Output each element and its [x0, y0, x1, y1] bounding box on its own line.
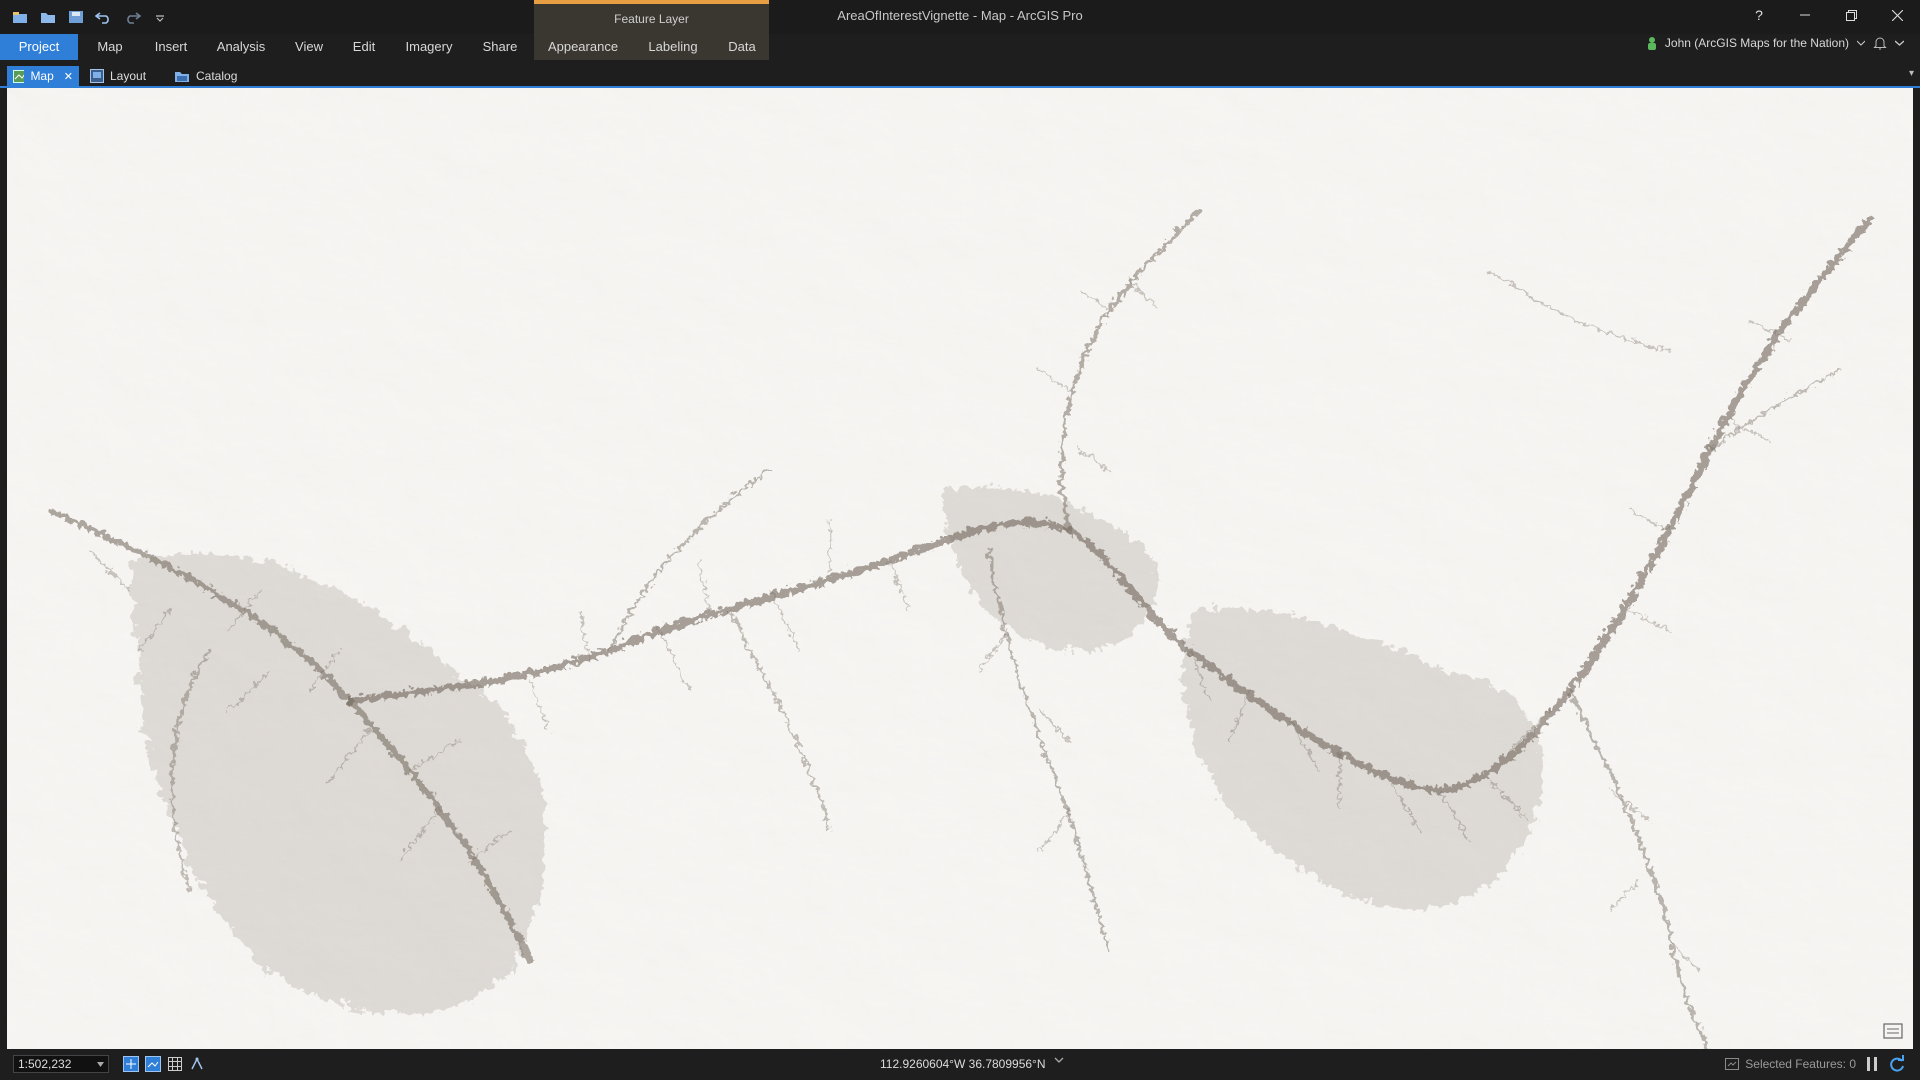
new-project-icon[interactable] — [10, 7, 30, 27]
close-button[interactable] — [1874, 0, 1920, 30]
selection-icon — [1725, 1058, 1740, 1070]
document-tab-bar: Map ✕ Layout Catalog — [0, 66, 1920, 88]
map-view[interactable] — [7, 88, 1913, 1049]
open-project-icon[interactable] — [38, 7, 58, 27]
close-tab-icon[interactable]: ✕ — [64, 70, 73, 83]
refresh-icon — [1890, 1055, 1904, 1072]
status-bar: 1:502,232 112.9260604°W 36.7809956°N Sel… — [0, 1049, 1920, 1080]
tab-appearance[interactable]: Appearance — [540, 34, 626, 60]
tab-data[interactable]: Data — [718, 34, 766, 60]
close-icon — [1891, 9, 1903, 21]
pause-drawing-button[interactable] — [1866, 1056, 1878, 1075]
doc-tab-label: Map — [30, 69, 54, 83]
doc-tab-map[interactable]: Map ✕ — [7, 66, 79, 86]
redo-icon[interactable] — [122, 7, 142, 27]
tab-labeling[interactable]: Labeling — [640, 34, 706, 60]
doc-tab-label: Catalog — [196, 69, 238, 83]
map-extent-icon[interactable] — [144, 1055, 162, 1073]
snapping-icon[interactable] — [188, 1055, 206, 1073]
tab-analysis[interactable]: Analysis — [208, 34, 274, 60]
tab-view[interactable]: View — [284, 34, 334, 60]
help-button[interactable]: ? — [1736, 0, 1782, 30]
coordinate-value: 112.9260604°W 36.7809956°N — [880, 1057, 1046, 1071]
ribbon-tab-bar: Project Map Insert Analysis View Edit Im… — [0, 34, 1920, 60]
window-controls: ? — [1736, 0, 1920, 30]
map-icon — [13, 69, 25, 83]
context-group-label: Feature Layer — [614, 12, 689, 26]
pause-icon — [1867, 1057, 1877, 1071]
doc-tab-label: Layout — [110, 69, 147, 83]
map-scale-value: 1:502,232 — [18, 1057, 72, 1071]
chevron-down-icon — [1857, 40, 1865, 46]
layout-icon — [90, 69, 104, 83]
minimize-icon — [1800, 14, 1810, 16]
minimize-button[interactable] — [1782, 0, 1828, 30]
user-name: John (ArcGIS Maps for the Nation) — [1664, 36, 1849, 50]
chevron-down-icon — [1054, 1057, 1063, 1063]
tab-project[interactable]: Project — [0, 34, 78, 60]
notification-bell-icon[interactable] — [1873, 36, 1887, 50]
coordinate-readout[interactable]: 112.9260604°W 36.7809956°N — [880, 1057, 1064, 1071]
help-icon: ? — [1755, 7, 1763, 23]
tab-edit[interactable]: Edit — [344, 34, 384, 60]
chevron-down-icon — [97, 1061, 104, 1067]
save-project-icon[interactable] — [66, 7, 86, 27]
selected-features-count: Selected Features: 0 — [1745, 1057, 1856, 1071]
refresh-button[interactable] — [1888, 1055, 1906, 1076]
user-status-icon — [1647, 37, 1656, 50]
view-tools — [122, 1055, 206, 1073]
tab-overflow-chevron-icon[interactable]: ▾ — [1909, 68, 1914, 79]
doc-tab-catalog[interactable]: Catalog — [168, 66, 248, 86]
restore-button[interactable] — [1828, 0, 1874, 30]
tab-insert[interactable]: Insert — [144, 34, 198, 60]
user-account[interactable]: John (ArcGIS Maps for the Nation) — [1647, 36, 1904, 50]
restore-icon — [1845, 9, 1857, 21]
map-toolbar-toggle-icon[interactable] — [1883, 1021, 1905, 1041]
selected-features-indicator[interactable]: Selected Features: 0 — [1725, 1057, 1856, 1071]
tab-share[interactable]: Share — [474, 34, 526, 60]
quick-access-toolbar — [10, 7, 170, 27]
map-scale-dropdown[interactable]: 1:502,232 — [13, 1055, 109, 1073]
user-menu-chevron-icon[interactable] — [1895, 40, 1904, 46]
catalog-icon — [175, 71, 189, 82]
tab-imagery[interactable]: Imagery — [396, 34, 462, 60]
doc-tab-layout[interactable]: Layout — [84, 66, 158, 86]
grid-icon[interactable] — [166, 1055, 184, 1073]
undo-icon[interactable] — [94, 7, 114, 27]
navigator-icon[interactable] — [122, 1055, 140, 1073]
tab-map[interactable]: Map — [86, 34, 134, 60]
window-title: AreaOfInterestVignette - Map - ArcGIS Pr… — [837, 8, 1083, 23]
hillshade-terrain[interactable] — [7, 88, 1913, 1049]
customize-toolbar-icon[interactable] — [150, 7, 170, 27]
title-bar: Feature Layer AreaOfInterestVignette - M… — [0, 0, 1920, 60]
